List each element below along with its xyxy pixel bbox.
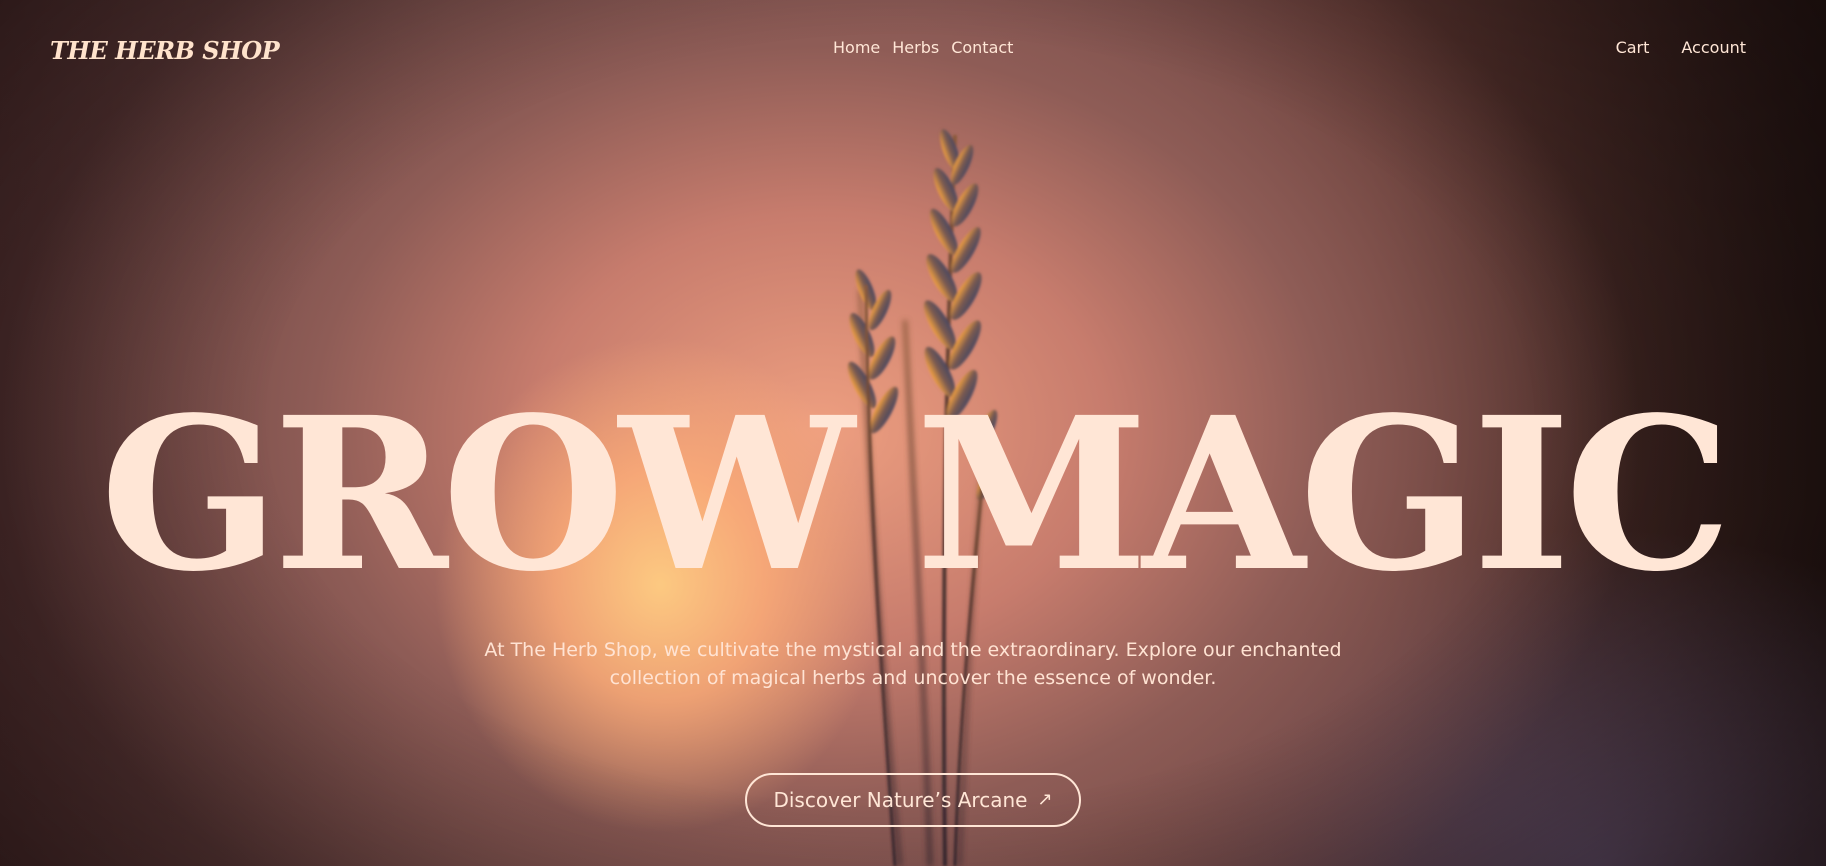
nav-link-herbs[interactable]: Herbs	[892, 38, 939, 57]
site-logo[interactable]: THE HERB SHOP	[50, 36, 280, 65]
arrow-up-right-icon: ↗	[1037, 789, 1053, 810]
discover-button-label: Discover Nature’s Arcane	[773, 788, 1028, 812]
hero-section: THE HERB SHOP Home Herbs Contact Cart Ac…	[0, 0, 1826, 866]
main-nav-links: Home Herbs Contact	[833, 38, 1013, 57]
nav-link-cart[interactable]: Cart	[1616, 38, 1650, 57]
hero-headline: GROW MAGIC	[100, 371, 1732, 618]
user-nav-links: Cart Account	[1616, 38, 1746, 57]
top-navigation: THE HERB SHOP Home Herbs Contact Cart Ac…	[0, 0, 1826, 100]
hero-description: At The Herb Shop, we cultivate the mysti…	[484, 639, 1342, 689]
nav-link-home[interactable]: Home	[833, 38, 880, 57]
discover-button[interactable]: Discover Nature’s Arcane ↗	[745, 773, 1081, 827]
nav-link-account[interactable]: Account	[1681, 38, 1746, 57]
nav-link-contact[interactable]: Contact	[951, 38, 1013, 57]
